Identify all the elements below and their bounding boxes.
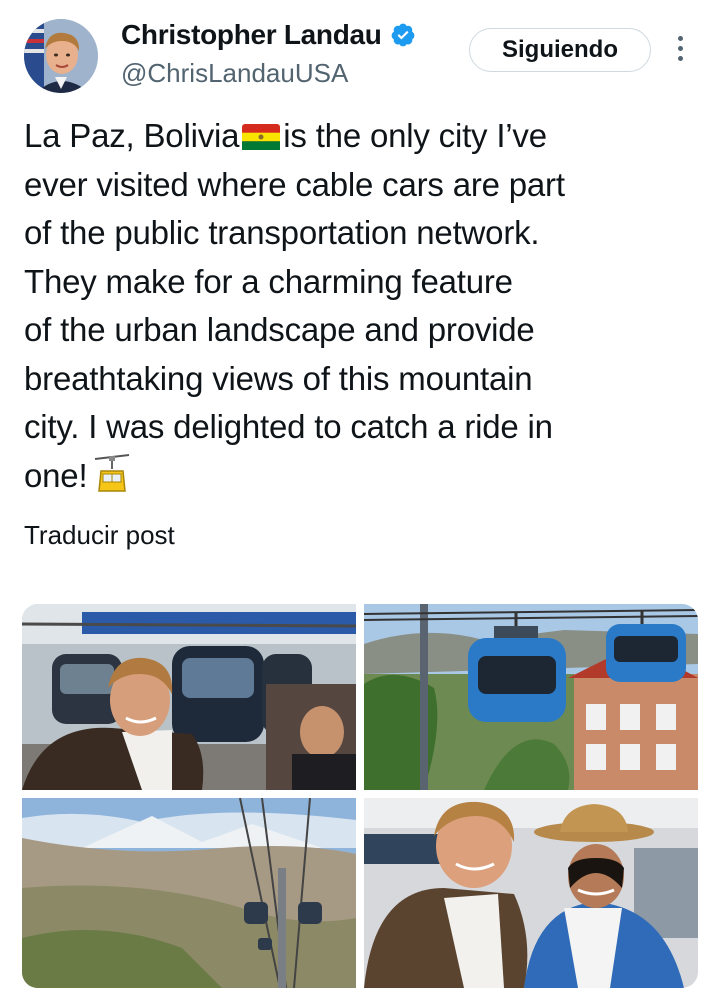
photo-blue-cable-cars-over-houses[interactable] xyxy=(364,604,698,790)
photo-city-view-mountains-cables[interactable] xyxy=(22,798,356,988)
post-line: They make for a charming feature xyxy=(24,262,513,300)
photo-selfie-cable-car-station[interactable] xyxy=(22,604,356,790)
post-line: city. I was delighted to catch a ride in xyxy=(24,408,553,445)
author-row: Christopher Landau xyxy=(121,19,416,51)
post-line: ever visited where cable cars are part xyxy=(24,165,565,203)
photo-selfie-with-woman-in-hat[interactable] xyxy=(364,798,698,988)
post-line: of the urban landscape and provide xyxy=(24,311,535,348)
media-grid xyxy=(22,604,698,988)
author-handle[interactable]: @ChrisLandauUSA xyxy=(121,58,348,89)
verified-badge-icon xyxy=(391,23,414,47)
post-line: of the public transportation network. xyxy=(24,214,540,251)
more-vertical-icon[interactable] xyxy=(672,36,688,66)
author-name[interactable]: Christopher Landau xyxy=(121,19,382,51)
post-line-part: La Paz, Bolivia xyxy=(24,117,240,154)
post-line: breathtaking views of this mountain xyxy=(24,359,533,397)
avatar[interactable] xyxy=(24,19,98,93)
post-line-part: one! xyxy=(24,456,88,494)
post-line-part: is the only city I’ve xyxy=(283,117,547,154)
aerial-tramway-icon xyxy=(95,453,130,492)
post-text: La Paz, Bolivia is the only city I’ve eve… xyxy=(24,112,684,500)
post-line: La Paz, Bolivia is the only city I’ve xyxy=(24,112,684,161)
translate-post-link[interactable]: Traducir post xyxy=(24,520,175,551)
following-button[interactable]: Siguiendo xyxy=(469,28,651,72)
post-line: one! xyxy=(24,452,684,501)
bolivia-flag-icon xyxy=(242,124,281,150)
